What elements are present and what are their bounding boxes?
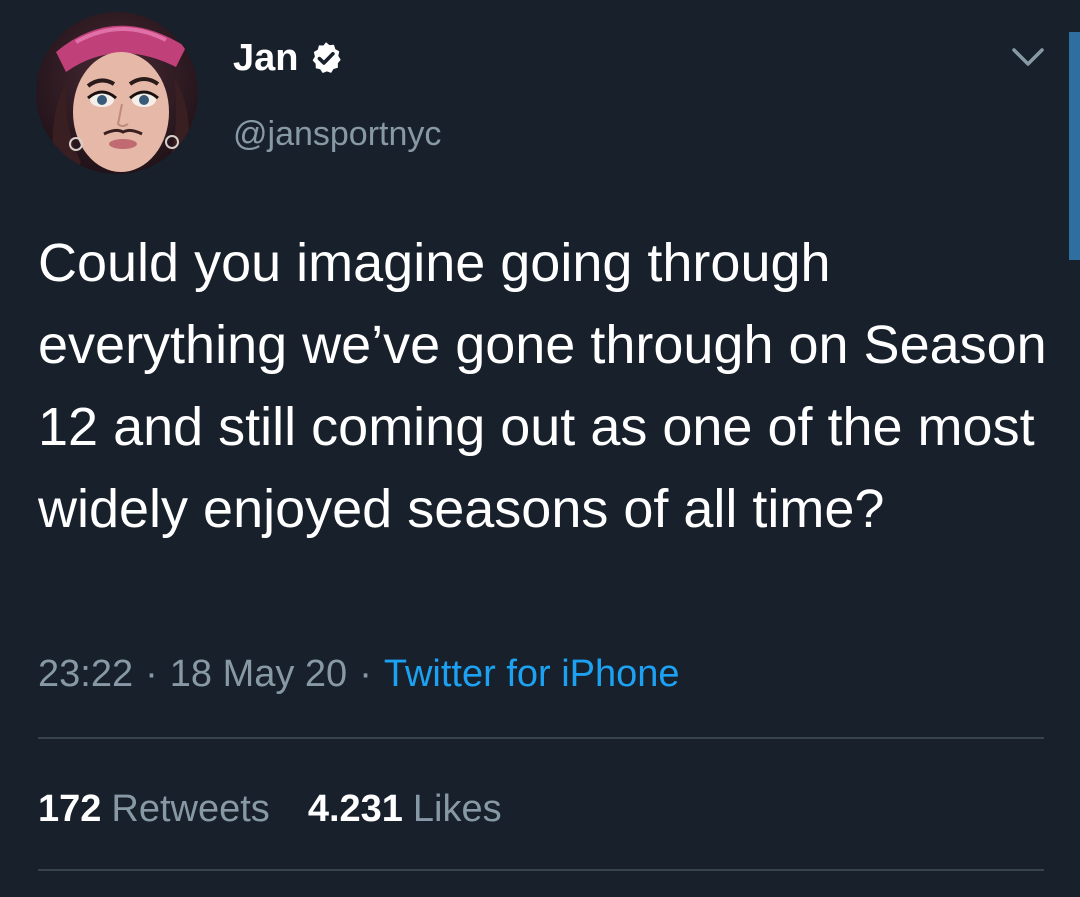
retweets-label: Retweets xyxy=(111,788,270,830)
retweets-count: 172 xyxy=(38,788,102,830)
tweet-time[interactable]: 23:22 xyxy=(38,653,133,695)
likes-stat[interactable]: 4.231 Likes xyxy=(308,784,502,834)
tweet-menu-button[interactable] xyxy=(1008,40,1048,76)
tweet-text: Could you imagine going through everythi… xyxy=(38,233,1047,539)
divider xyxy=(38,869,1044,871)
avatar[interactable] xyxy=(36,12,198,174)
verified-badge-icon xyxy=(308,40,344,76)
display-name[interactable]: Jan xyxy=(233,34,344,82)
user-handle[interactable]: @jansportnyc xyxy=(233,112,441,156)
scrollbar-thumb[interactable] xyxy=(1069,32,1080,260)
engagement-stats: 172 Retweets 4.231 Likes xyxy=(38,784,540,834)
separator: · xyxy=(359,653,372,695)
likes-count: 4.231 xyxy=(307,788,403,830)
tweet-detail: Jan @jansportnyc Could you imagine going… xyxy=(0,0,1080,897)
profile-photo-icon xyxy=(36,12,198,174)
tweet-source-link[interactable]: Twitter for iPhone xyxy=(384,653,680,695)
tweet-metadata: 23:22 · 18 May 20 · Twitter for iPhone xyxy=(38,648,680,700)
retweets-stat[interactable]: 172 Retweets xyxy=(38,784,270,834)
likes-label: Likes xyxy=(412,788,502,830)
divider xyxy=(38,737,1044,739)
display-name-text: Jan xyxy=(233,37,299,79)
separator: · xyxy=(145,653,158,695)
chevron-down-icon xyxy=(1012,48,1044,66)
tweet-date[interactable]: 18 May 20 xyxy=(170,653,347,695)
